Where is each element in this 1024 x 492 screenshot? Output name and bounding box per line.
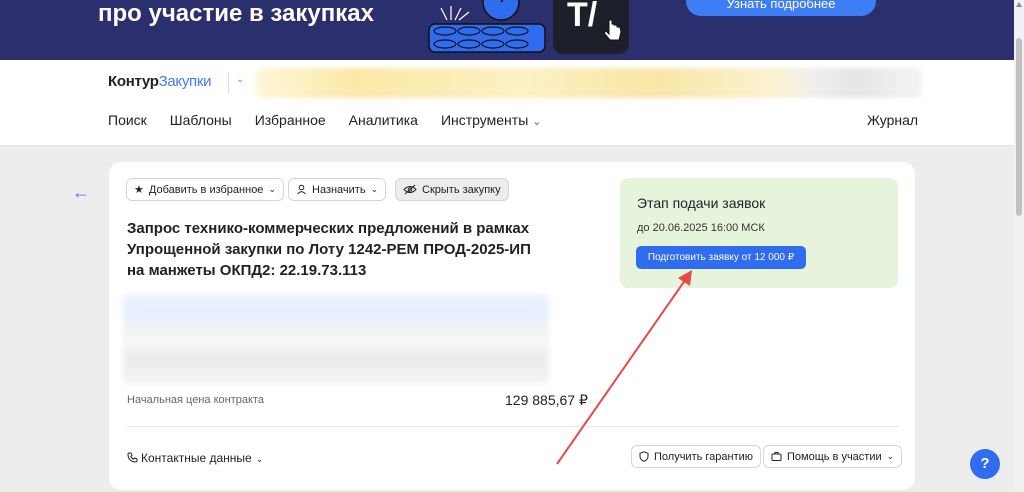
user-icon — [297, 184, 306, 195]
nav-item-templates[interactable]: Шаблоны — [170, 112, 232, 128]
chevron-down-icon: ⌄ — [268, 184, 276, 194]
nav-item-search[interactable]: Поиск — [108, 112, 147, 128]
initial-price-label: Начальная цена контракта — [127, 394, 264, 406]
nav-item-analytics[interactable]: Аналитика — [349, 112, 418, 128]
chevron-down-icon: ⌄ — [886, 451, 895, 461]
contacts-toggle[interactable]: Контактные данные ⌄ — [127, 451, 263, 465]
nav-item-tools[interactable]: Инструменты ⌄ — [441, 112, 542, 128]
application-stage-panel: Этап подачи заявок до 20.06.2025 16:00 М… — [620, 178, 898, 288]
card-divider — [127, 426, 899, 427]
nav-item-favorites[interactable]: Избранное — [255, 112, 326, 128]
page-scrollbar[interactable] — [1014, 0, 1024, 492]
scroll-up-arrow-icon[interactable] — [1016, 2, 1022, 7]
banner-title: про участие в закупках — [98, 0, 374, 27]
redacted-details — [123, 294, 549, 384]
banner-logo-tile: T/ — [553, 0, 629, 54]
kontur-zakupki-logo[interactable]: КонтурЗакупки — [108, 73, 212, 90]
scroll-thumb[interactable] — [1016, 38, 1022, 216]
get-guarantee-button[interactable]: Получить гарантию — [631, 445, 762, 468]
eye-off-icon — [403, 184, 417, 195]
initial-price-value: 129 885,67 ₽ — [505, 392, 588, 408]
tender-card: ★ Добавить в избранное ⌄ Назначить ⌄ Скр… — [109, 162, 915, 490]
hide-tender-button[interactable]: Скрыть закупку — [395, 178, 509, 201]
shield-icon — [639, 451, 649, 462]
chevron-down-icon: ⌄ — [370, 184, 379, 194]
logo-divider — [228, 72, 229, 94]
nav-item-tools-label: Инструменты — [440, 112, 529, 128]
hide-tender-label: Скрыть закупку — [422, 183, 501, 196]
products-chevron-down-icon[interactable]: ⌄ — [236, 74, 244, 85]
back-arrow-icon[interactable]: ← — [72, 182, 90, 203]
cursor-icon — [603, 19, 622, 41]
assign-label: Назначить — [312, 183, 366, 196]
banner-more-button[interactable]: Узнать подробнее — [686, 0, 876, 16]
tender-title: Запрос технико-коммерческих предложений … — [127, 220, 531, 279]
stage-deadline: до 20.06.2025 16:00 МСК — [637, 222, 765, 234]
star-icon: ★ — [134, 184, 144, 196]
chevron-down-icon: ⌄ — [255, 454, 264, 464]
banner-tile-text: T/ — [567, 0, 598, 34]
promo-banner[interactable]: про участие в закупках T/ Узнать подробн… — [0, 0, 1014, 60]
assign-button[interactable]: Назначить ⌄ — [288, 178, 387, 201]
help-button[interactable]: ? — [970, 449, 1000, 479]
logo-part2: Закупки — [158, 73, 212, 90]
add-to-favorites-button[interactable]: ★ Добавить в избранное ⌄ — [126, 178, 284, 201]
chevron-down-icon: ⌄ — [532, 116, 542, 128]
banner-illustration — [428, 0, 546, 53]
add-to-favorites-label: Добавить в избранное — [148, 183, 264, 196]
redacted-search-bar — [256, 68, 922, 98]
phone-icon — [127, 452, 138, 463]
nav-item-journal[interactable]: Журнал — [867, 112, 918, 128]
stage-title: Этап подачи заявок — [637, 195, 766, 211]
site-header: КонтурЗакупки ⌄ Поиск Шаблоны Избранное … — [0, 60, 1014, 146]
participation-help-label: Помощь в участии — [787, 450, 882, 463]
participation-help-button[interactable]: Помощь в участии ⌄ — [763, 445, 903, 468]
briefcase-icon — [771, 452, 782, 461]
logo-part1: Контур — [108, 73, 159, 90]
prepare-application-button[interactable]: Подготовить заявку от 12 000 ₽ — [636, 246, 806, 269]
contacts-label: Контактные данные — [141, 451, 252, 465]
get-guarantee-label: Получить гарантию — [654, 450, 754, 463]
main-nav: Поиск Шаблоны Избранное Аналитика Инстру… — [108, 112, 564, 128]
